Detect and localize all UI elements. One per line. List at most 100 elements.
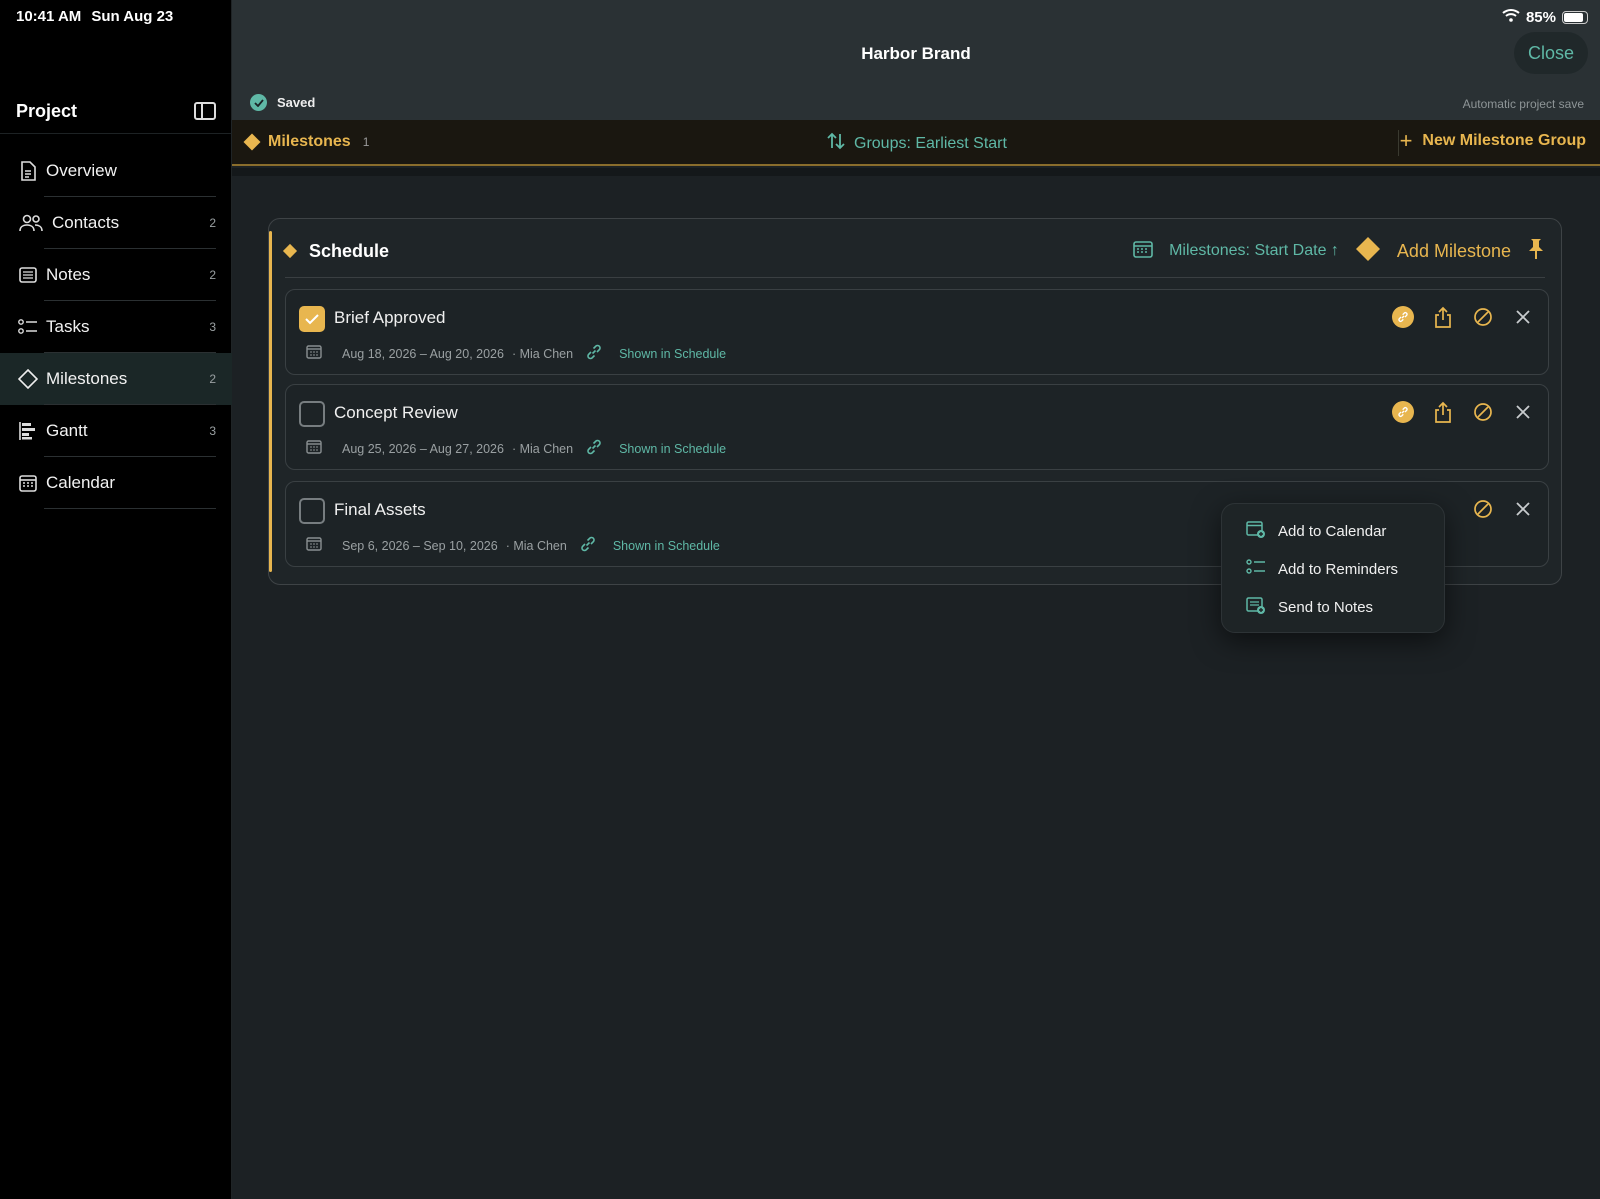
group-sort-label: Groups: Earliest Start <box>854 134 1007 152</box>
sidebar-item-calendar[interactable]: Calendar <box>0 457 232 509</box>
milestone-checkbox[interactable] <box>299 401 325 427</box>
sidebar-header: Project <box>16 98 216 124</box>
milestone-visibility: Shown in Schedule <box>619 346 727 361</box>
milestone-row[interactable]: Brief Approved Aug 18, 2026 – Aug 20, 20… <box>285 289 1549 375</box>
notes-icon <box>18 265 38 285</box>
hide-icon[interactable] <box>1472 498 1494 520</box>
link-icon[interactable] <box>1392 306 1414 328</box>
saved-label: Saved <box>277 95 316 110</box>
milestone-name: Brief Approved <box>334 308 446 327</box>
gantt-icon <box>18 421 38 441</box>
reminders-icon <box>1246 558 1266 580</box>
diamond-icon <box>18 369 38 389</box>
people-icon <box>18 213 44 233</box>
sidebar-item-label: Notes <box>46 265 91 284</box>
sidebar-item-label: Gantt <box>46 421 88 440</box>
sidebar-item-gantt[interactable]: Gantt 3 <box>0 405 232 457</box>
share-menu: Add to Calendar Add to Reminders Send to… <box>1221 503 1445 633</box>
calendar-add-icon <box>1246 520 1266 542</box>
calendar-icon <box>18 473 38 493</box>
milestone-visibility: Shown in Schedule <box>619 441 727 456</box>
new-group-label: New Milestone Group <box>1422 132 1586 149</box>
milestones-label: Milestones <box>268 133 351 150</box>
hide-icon[interactable] <box>1472 306 1494 328</box>
calendar-icon <box>306 440 322 457</box>
link-icon <box>585 438 603 459</box>
window-title: Harbor Brand <box>861 44 971 63</box>
document-icon <box>18 161 38 181</box>
milestone-meta: Aug 25, 2026 – Aug 27, 2026 · Mia Chen S… <box>306 438 726 459</box>
sidebar-item-label: Overview <box>46 161 117 180</box>
checkmark-circle-icon <box>250 94 267 111</box>
menu-item-add-to-reminders[interactable]: Add to Reminders <box>1222 550 1444 588</box>
checklist-icon <box>18 317 38 337</box>
sidebar-item-label: Contacts <box>52 213 120 232</box>
notes-add-icon <box>1246 596 1266 618</box>
row-actions <box>1472 498 1534 520</box>
sidebar-item-notes[interactable]: Notes 2 <box>0 249 232 301</box>
divider <box>232 168 1600 176</box>
sidebar-item-contacts[interactable]: Contacts 2 <box>0 197 232 249</box>
row-actions <box>1392 306 1534 328</box>
link-icon <box>585 343 603 364</box>
milestones-count: 1 <box>362 135 370 149</box>
add-milestone-button[interactable]: Add Milestone <box>1397 241 1511 262</box>
new-milestone-group-button[interactable]: + New Milestone Group <box>1400 130 1586 152</box>
hide-icon[interactable] <box>1472 401 1494 423</box>
menu-item-send-to-notes[interactable]: Send to Notes <box>1222 588 1444 626</box>
diamond-icon <box>1355 236 1381 267</box>
menu-item-label: Send to Notes <box>1278 598 1374 616</box>
milestone-sort-button[interactable]: Milestones: Start Date ↑ <box>1169 242 1339 260</box>
diamond-icon <box>282 243 298 259</box>
sidebar-item-count: 2 <box>209 216 216 230</box>
link-icon[interactable] <box>1392 401 1414 423</box>
milestone-checkbox[interactable] <box>299 306 325 332</box>
milestone-dates: Sep 6, 2026 – Sep 10, 2026 <box>342 538 498 553</box>
divider <box>285 277 1545 278</box>
group-title: Schedule <box>309 240 390 261</box>
sidebar-toggle-icon[interactable] <box>194 102 216 120</box>
sidebar-item-count: 3 <box>209 320 216 334</box>
menu-item-add-to-calendar[interactable]: Add to Calendar <box>1222 512 1444 550</box>
milestones-filter[interactable]: Milestones 1 <box>243 133 370 151</box>
milestone-name: Final Assets <box>334 500 426 519</box>
share-icon[interactable] <box>1432 401 1454 423</box>
pin-icon[interactable] <box>1527 238 1545 265</box>
share-icon[interactable] <box>1432 306 1454 328</box>
row-actions <box>1392 401 1534 423</box>
milestones-toolbar: Milestones 1 Groups: Earliest Start + Ne… <box>232 120 1600 166</box>
close-icon[interactable] <box>1512 306 1534 328</box>
close-button[interactable]: Close <box>1514 32 1588 74</box>
battery-percent: 85% <box>1525 8 1556 26</box>
menu-item-label: Add to Calendar <box>1278 522 1387 540</box>
close-icon[interactable] <box>1512 401 1534 423</box>
milestone-meta: Aug 18, 2026 – Aug 20, 2026 · Mia Chen S… <box>306 343 726 364</box>
sidebar-item-milestones[interactable]: Milestones 2 <box>0 353 232 405</box>
group-header: Schedule Milestones: Start Date ↑ Add Mi… <box>282 233 1545 269</box>
sidebar-title: Project <box>16 100 78 121</box>
sidebar-item-count: 2 <box>209 268 216 282</box>
sidebar: 10:41 AM Sun Aug 23 Project Overview Cont… <box>0 0 232 1199</box>
link-icon <box>579 535 597 556</box>
top-bar: 85% Harbor Brand Close Saved Automatic p… <box>232 0 1600 120</box>
calendar-icon[interactable] <box>1133 240 1153 263</box>
milestone-checkbox[interactable] <box>299 498 325 524</box>
milestone-row[interactable]: Concept Review Aug 25, 2026 – Aug 27, 20… <box>285 384 1549 470</box>
milestone-owner: · Mia Chen <box>505 538 567 553</box>
sidebar-item-overview[interactable]: Overview <box>0 145 232 197</box>
sidebar-item-tasks[interactable]: Tasks 3 <box>0 301 232 353</box>
main-area: 85% Harbor Brand Close Saved Automatic p… <box>232 0 1600 1199</box>
milestone-owner: · Mia Chen <box>511 346 574 361</box>
close-icon[interactable] <box>1512 498 1534 520</box>
milestone-meta: Sep 6, 2026 – Sep 10, 2026 · Mia Chen Sh… <box>306 535 720 556</box>
calendar-icon <box>306 345 322 362</box>
calendar-icon <box>306 537 322 554</box>
autosave-label: Automatic project save <box>1462 97 1584 111</box>
status-right: 85% <box>1502 8 1588 26</box>
milestone-owner: · Mia Chen <box>511 441 574 456</box>
divider <box>0 133 232 134</box>
sidebar-item-count: 2 <box>209 372 216 386</box>
group-sort-button[interactable]: Groups: Earliest Start <box>826 132 1007 155</box>
diamond-icon <box>243 133 261 151</box>
sidebar-item-label: Calendar <box>46 473 115 492</box>
